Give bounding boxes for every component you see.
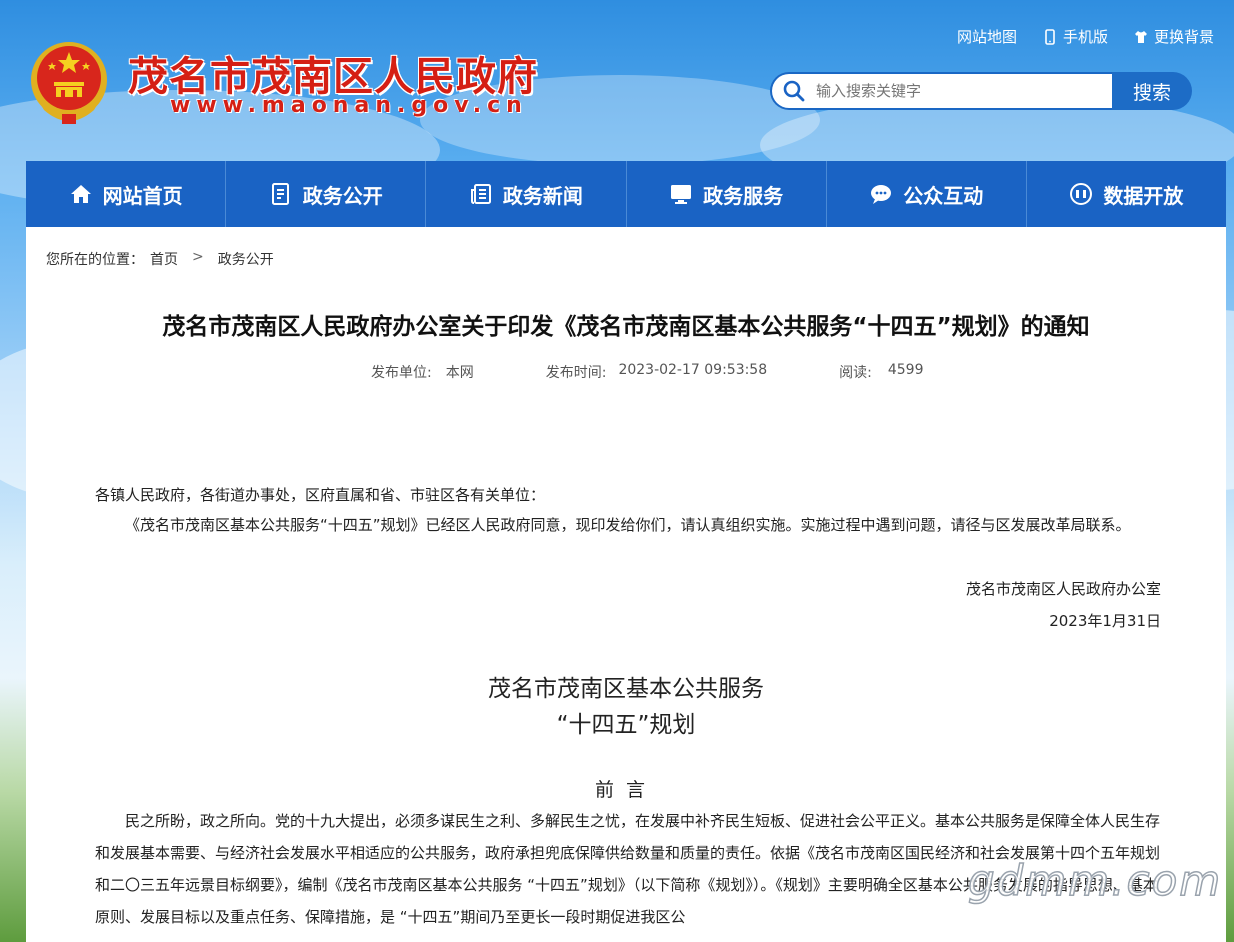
views-value: 4599 [887,362,924,378]
top-links: 网站地图 手机版 更换背景 [957,26,1214,47]
nav-item-news[interactable]: 政务新闻 [426,161,627,227]
change-background-link[interactable]: 更换背景 [1134,26,1214,47]
nav-label: 政务服务 [703,183,784,208]
breadcrumb: 您所在的位置： 首页 > 政务公开 [46,249,274,269]
mobile-version-label: 手机版 [1062,28,1108,46]
breadcrumb-home[interactable]: 首页 [150,249,178,269]
preface-heading: 前言 [594,779,657,801]
search-button[interactable]: 搜索 [1112,72,1192,110]
views-label: 阅读: [839,365,872,381]
nav-label: 网站首页 [102,183,183,208]
mobile-version-link[interactable]: 手机版 [1043,26,1108,47]
article-panel: 您所在的位置： 首页 > 政务公开 茂名市茂南区人民政府办公室关于印发《茂名市茂… [26,227,1226,942]
signature: 茂名市茂南区人民政府办公室 [965,580,1161,598]
news-icon [470,184,491,204]
nav-item-gov-affairs[interactable]: 政务公开 [226,161,427,227]
search-icon [783,80,805,102]
chat-icon [871,185,892,204]
nav-item-services[interactable]: 政务服务 [627,161,827,227]
breadcrumb-current[interactable]: 政务公开 [218,249,274,269]
site-url: www.maonan.gov.cn [170,93,528,118]
nav-label: 政务新闻 [502,183,583,208]
notice-date: 2023年1月31日 [1049,612,1161,630]
document-title-line1: 茂名市茂南区基本公共服务 [488,676,764,702]
mobile-icon [1045,28,1055,45]
document-icon [271,183,289,205]
publish-time-label: 发布时间: [545,365,607,381]
watermark: gdmm.com [967,855,1223,906]
site-map-label: 网站地图 [956,28,1017,46]
change-background-label: 更换背景 [1153,28,1214,46]
article-meta: 发布单位: 本网 发布时间: 2023-02-17 09:53:58 阅读: 4… [371,362,924,382]
shirt-icon [1134,30,1147,43]
publish-time-value: 2023-02-17 09:53:58 [618,362,768,378]
home-icon [70,185,91,203]
search-bar: 搜索 [770,72,1192,110]
notice-paragraph: 《茂名市茂南区基本公共服务“十四五”规划》已经区人民政府同意，现印发给你们，请认… [125,516,1131,534]
search-input[interactable] [814,81,1098,101]
nav-label: 数据开放 [1103,183,1184,208]
data-icon [1070,183,1093,205]
publisher-label: 发布单位: [371,365,432,381]
main-nav: 网站首页 政务公开 政务新闻 政务服务 公众互动 数据开放 [26,161,1226,227]
monitor-icon [671,185,692,204]
nav-item-interaction[interactable]: 公众互动 [827,161,1027,227]
document-title-line2: “十四五”规划 [556,712,696,738]
national-emblem-logo [31,42,107,124]
nav-item-open-data[interactable]: 数据开放 [1027,161,1226,227]
salutation: 各镇人民政府，各街道办事处，区府直属和省、市驻区各有关单位： [95,486,546,504]
breadcrumb-prefix: 您所在的位置： [46,252,144,268]
nav-label: 政务公开 [302,183,383,208]
nav-label: 公众互动 [903,183,984,208]
article-title: 茂名市茂南区人民政府办公室关于印发《茂名市茂南区基本公共服务“十四五”规划》的通… [162,314,1090,340]
search-box [770,72,1112,110]
site-map-link[interactable]: 网站地图 [957,26,1017,47]
breadcrumb-separator: > [192,249,204,265]
publisher-value: 本网 [445,365,474,381]
nav-item-home[interactable]: 网站首页 [26,161,227,227]
